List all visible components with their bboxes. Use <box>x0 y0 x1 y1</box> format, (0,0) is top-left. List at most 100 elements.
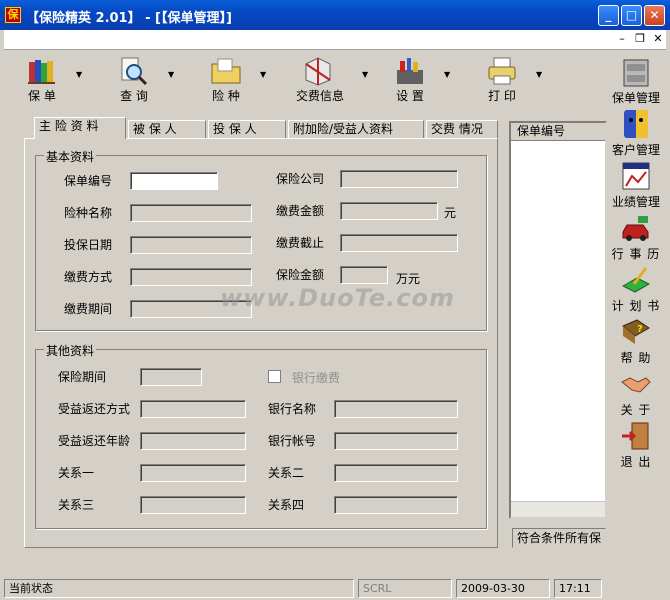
plan-name-label: 险种名称 <box>64 206 113 220</box>
dropdown-arrow-icon[interactable]: ▼ <box>362 70 368 79</box>
maximize-button[interactable]: □ <box>621 5 642 26</box>
books-icon <box>28 60 55 84</box>
sidebar-item-about[interactable]: 关 于 <box>608 366 664 418</box>
return-method-input[interactable] <box>140 400 246 418</box>
sidebar-item-label: 保单管理 <box>611 91 660 105</box>
pay-amount-input[interactable] <box>340 202 438 220</box>
folder-icon <box>211 58 241 84</box>
sidebar-item-calendar[interactable]: 行 事 历 <box>608 210 664 262</box>
tools-icon <box>397 58 423 84</box>
sidebar-item-policy-management[interactable]: 保单管理 <box>608 54 664 106</box>
tab-main-insurance[interactable]: 主 险 资 料 <box>34 117 126 139</box>
status-bar: 当前状态 SCRL 2009-03-30 17:11 <box>0 578 670 600</box>
policy-list[interactable]: 保单编号 <box>509 121 607 519</box>
period-label: 保险期间 <box>58 370 107 384</box>
other-info-legend: 其他资料 <box>44 342 97 359</box>
sidebar-item-plan-book[interactable]: 计 划 书 <box>608 262 664 314</box>
relation-three-input[interactable] <box>140 496 246 514</box>
window-title: 【保险精英 2.01】 - [【保单管理】] <box>26 11 232 26</box>
sidebar-item-label: 业绩管理 <box>611 195 660 209</box>
dropdown-arrow-icon[interactable]: ▼ <box>536 70 542 79</box>
insure-date-input[interactable] <box>130 236 252 254</box>
bank-account-input[interactable] <box>334 432 458 450</box>
mdi-close-button[interactable]: ✕ <box>650 32 666 46</box>
toolbar-label: 查 询 <box>120 89 148 103</box>
dropdown-arrow-icon[interactable]: ▼ <box>260 70 266 79</box>
relation-four-label: 关系四 <box>268 498 305 512</box>
dropdown-arrow-icon[interactable]: ▼ <box>168 70 174 79</box>
policy-list-header[interactable]: 保单编号 <box>511 123 605 141</box>
sidebar-item-label: 计 划 书 <box>611 299 661 313</box>
pen-icon <box>621 267 651 293</box>
sidebar-item-label: 帮 助 <box>620 351 652 365</box>
printer-icon <box>488 57 516 85</box>
pay-deadline-label: 缴费截止 <box>276 236 325 250</box>
tab-insured[interactable]: 被 保 人 <box>128 120 206 139</box>
return-age-input[interactable] <box>140 432 246 450</box>
car-icon <box>622 216 649 241</box>
watermark-text: www.DuoTe.com <box>220 284 455 312</box>
pay-amount-label: 缴费金额 <box>276 204 325 218</box>
relation-four-input[interactable] <box>334 496 458 514</box>
svg-text:?: ? <box>637 324 643 335</box>
dropdown-arrow-icon[interactable]: ▼ <box>444 70 450 79</box>
status-state: 当前状态 <box>4 579 354 598</box>
sidebar-item-label: 退 出 <box>620 455 652 469</box>
title-bar: 保 【保险精英 2.01】 - [【保单管理】] _ □ ✕ <box>0 0 670 30</box>
sidebar-item-label: 行 事 历 <box>611 247 661 261</box>
toolbar: 保 单 ▼ 查 询 ▼ 险 种 ▼ 交费信息 ▼ 设 置 ▼ 打 印 ▼ <box>8 52 606 110</box>
basic-info-legend: 基本资料 <box>44 148 97 165</box>
company-label: 保险公司 <box>276 172 325 186</box>
mdi-minimize-button[interactable]: – <box>614 32 630 46</box>
cabinet-icon <box>623 59 649 87</box>
handshake-icon <box>621 377 651 393</box>
insured-amount-label: 保险金额 <box>276 268 325 282</box>
exit-door-icon <box>622 422 649 450</box>
sidebar-item-help[interactable]: ? 帮 助 <box>608 314 664 366</box>
mdi-restore-button[interactable]: ❐ <box>632 32 648 46</box>
status-time: 17:11 <box>554 579 602 598</box>
insured-amount-input[interactable] <box>340 266 388 284</box>
tab-payment-status[interactable]: 交费 情况 <box>426 120 498 139</box>
relation-two-input[interactable] <box>334 464 458 482</box>
menu-bar <box>4 30 666 50</box>
plan-name-input[interactable] <box>130 204 252 222</box>
other-info-group: 其他资料 保险期间 银行缴费 受益返还方式 银行名称 受益返还年龄 银行帐号 关… <box>35 342 487 529</box>
relation-three-label: 关系三 <box>58 498 95 512</box>
filter-all-label[interactable]: 符合条件所有保 <box>512 528 606 548</box>
toolbar-print-button[interactable]: 打 印 ▼ <box>472 52 552 106</box>
period-input[interactable] <box>140 368 202 386</box>
horizontal-scrollbar[interactable] <box>511 501 605 517</box>
bank-name-label: 银行名称 <box>268 402 317 416</box>
bank-name-input[interactable] <box>334 400 458 418</box>
policy-no-input[interactable] <box>130 172 218 190</box>
company-input[interactable] <box>340 170 458 188</box>
magnifier-icon <box>121 57 148 86</box>
pay-deadline-input[interactable] <box>340 234 458 252</box>
toolbar-query-button[interactable]: 查 询 ▼ <box>104 52 184 106</box>
return-method-label: 受益返还方式 <box>58 402 131 416</box>
status-date: 2009-03-30 <box>456 579 550 598</box>
pay-amount-unit: 元 <box>444 206 457 220</box>
toolbar-insurance-type-button[interactable]: 险 种 ▼ <box>196 52 276 106</box>
toolbar-label: 设 置 <box>396 89 424 103</box>
sidebar-item-customer-management[interactable]: 客户管理 <box>608 106 664 158</box>
close-button[interactable]: ✕ <box>644 5 665 26</box>
toolbar-settings-button[interactable]: 设 置 ▼ <box>380 52 460 106</box>
return-age-label: 受益返还年龄 <box>58 434 131 448</box>
toolbar-payment-info-button[interactable]: 交费信息 ▼ <box>288 52 372 106</box>
pay-method-label: 缴费方式 <box>64 270 113 284</box>
bank-pay-checkbox[interactable] <box>268 370 281 383</box>
sidebar-item-exit[interactable]: 退 出 <box>608 418 664 470</box>
dropdown-arrow-icon[interactable]: ▼ <box>76 70 82 79</box>
insure-date-label: 投保日期 <box>64 238 113 252</box>
tab-applicant[interactable]: 投 保 人 <box>208 120 286 139</box>
sidebar-item-performance-management[interactable]: 业绩管理 <box>608 158 664 210</box>
bank-account-label: 银行帐号 <box>268 434 317 448</box>
toolbar-policy-button[interactable]: 保 单 ▼ <box>12 52 92 106</box>
relation-one-input[interactable] <box>140 464 246 482</box>
sidebar: 保单管理 客户管理 业绩管理 行 事 历 计 划 书 ? 帮 助 关 于 退 出 <box>608 52 666 578</box>
tab-rider-beneficiary[interactable]: 附加险/受益人资料 <box>288 120 424 139</box>
app-icon[interactable]: 保 <box>5 7 21 23</box>
minimize-button[interactable]: _ <box>598 5 619 26</box>
